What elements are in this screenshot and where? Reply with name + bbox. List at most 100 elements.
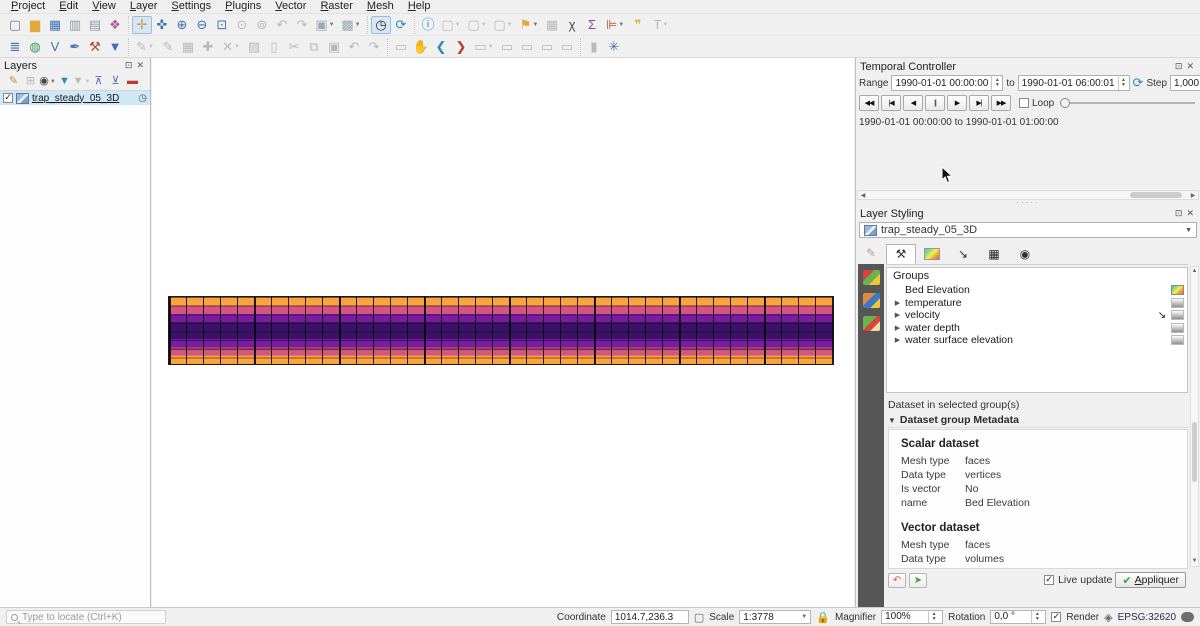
metadata-collapsible-header[interactable]: ▼ Dataset group Metadata [888,413,1188,428]
tab-vectors[interactable]: ↘ [948,244,978,264]
skip-to-end-button[interactable]: ▶| [969,95,989,111]
fast-rewind-button[interactable]: ◀◀ [859,95,879,111]
zoom-full-button[interactable]: ⊡ [212,16,232,34]
tab-3d-averaging[interactable]: ◉ [1010,244,1040,264]
step-spinbox[interactable]: 1,000 [1170,75,1200,91]
menu-vector[interactable]: Vector [268,0,313,13]
save-layer-edits-button[interactable]: ▦ [178,38,198,56]
scale-combo[interactable]: 1:3778▼ [739,610,811,624]
scroll-down-icon[interactable]: ▼ [1191,557,1198,566]
play-forward-button[interactable]: ▶ [947,95,967,111]
layer-visibility-checkbox[interactable] [3,93,13,103]
scalar-inactive-ramp-icon[interactable] [1171,335,1184,345]
filter-legend-button[interactable]: ▼ [56,74,73,90]
scroll-left-icon[interactable]: ◀ [858,192,868,199]
elevation-3d-icon[interactable] [863,316,880,331]
scroll-up-icon[interactable]: ▲ [1191,267,1198,276]
menu-edit[interactable]: Edit [52,0,85,13]
undock-icon[interactable]: ⊡ [1173,61,1185,72]
scrollbar-thumb[interactable] [1130,192,1181,198]
close-icon[interactable]: ✕ [134,60,146,71]
dropdown-caret-icon[interactable]: ▼ [532,22,538,28]
undo-button[interactable]: ↶ [344,38,364,56]
skip-to-start-button[interactable]: |◀ [881,95,901,111]
close-icon[interactable]: ✕ [1184,208,1196,219]
reset-style-button[interactable]: ↶ [888,573,906,588]
measure-button[interactable]: ⊫▼ [602,16,628,34]
map-tips-toggle-button[interactable]: ▮ [584,38,604,56]
locate-search-input[interactable]: Type to locate (Ctrl+K) [6,610,166,624]
new-spatial-bookmark-button[interactable]: ⚑▼ [516,16,542,34]
expand-arrow-icon[interactable]: ▶ [893,299,902,307]
spinner-arrows-icon[interactable]: ▲▼ [1031,611,1042,623]
group-row-velocity[interactable]: ▶velocity↘ [887,309,1187,322]
dropdown-caret-icon[interactable]: ▼ [507,22,513,28]
vector-active-icon[interactable]: ↘ [1156,310,1168,321]
layout-manager-button[interactable]: ▤ [85,16,105,34]
menu-mesh[interactable]: Mesh [360,0,401,13]
toggle-editing-button[interactable]: ✎ [158,38,178,56]
dropdown-caret-icon[interactable]: ▼ [663,22,669,28]
expand-all-button[interactable]: ⊼ [90,74,107,90]
time-slider[interactable] [1060,97,1195,109]
scalar-inactive-ramp-icon[interactable] [1171,298,1184,308]
menu-settings[interactable]: Settings [164,0,218,13]
pin-unpin-labels-button[interactable]: ▭▼ [471,38,497,56]
datasets-group-icon[interactable] [863,293,880,308]
apply-button[interactable]: ✔ Appliquer [1115,572,1186,588]
identify-features-button[interactable]: ⓘ [418,16,438,34]
extents-toggle-icon[interactable]: ▢ [694,611,704,624]
lock-scale-icon[interactable]: 🔒 [816,611,830,624]
menu-view[interactable]: View [85,0,123,13]
menu-plugins[interactable]: Plugins [218,0,268,13]
undock-icon[interactable]: ⊡ [1173,208,1185,219]
copy-features-button[interactable]: ⧉ [304,38,324,56]
menu-layer[interactable]: Layer [123,0,165,13]
deselect-features-button[interactable]: ▢▼ [464,16,490,34]
add-feature-button[interactable]: ✚ [198,38,218,56]
messages-icon[interactable] [1181,612,1194,622]
new-temporary-scratch-layer-button[interactable]: ⚒ [85,38,105,56]
add-group-button[interactable]: ⊞ [22,74,39,90]
new-shapefile-layer-button[interactable]: V [45,38,65,56]
spinner-arrows-icon[interactable]: ▲▼ [1118,76,1129,90]
select-by-value-button[interactable]: ▢▼ [490,16,516,34]
spinner-arrows-icon[interactable]: ▲▼ [928,611,939,623]
tab-contours[interactable] [917,244,947,264]
mesh-3d-cube-icon[interactable] [863,270,880,285]
refresh-style-button[interactable]: ➤ [909,573,927,588]
cut-features-button[interactable]: ✂ [284,38,304,56]
scalar-inactive-ramp-icon[interactable] [1171,310,1184,320]
select-features-button[interactable]: ▢▼ [438,16,464,34]
change-label-properties-button[interactable]: ▭ [557,38,577,56]
move-label-button[interactable]: ▭ [517,38,537,56]
new-map-view-button[interactable]: ▣▼ [312,16,338,34]
tab-datasets[interactable]: ⚒ [886,244,916,264]
text-annotation-button[interactable]: T▼ [648,16,674,34]
vertical-scrollbar[interactable]: ▲ ▼ [1190,266,1199,567]
toggle-display-labels-button[interactable]: ❯ [451,38,471,56]
pan-map-button[interactable]: ✛ [132,16,152,34]
dropdown-caret-icon[interactable]: ▼ [481,22,487,28]
layer-row-trap-steady-05-3d[interactable]: trap_steady_05_3D ◷ [0,91,150,105]
rotate-label-button[interactable]: ▭ [537,38,557,56]
dropdown-caret-icon[interactable]: ▼ [148,44,154,50]
filter-legend-by-expression-button[interactable]: ▼▼ [73,74,90,90]
open-layer-styling-panel-button[interactable]: ✎ [5,74,22,90]
menu-raster[interactable]: Raster [313,0,359,13]
redo-button[interactable]: ↷ [364,38,384,56]
fast-forward-button[interactable]: ▶▶ [991,95,1011,111]
group-row-temperature[interactable]: ▶temperature [887,297,1187,310]
layer-diagram-options-button[interactable]: ✋ [411,38,431,56]
step-back-button[interactable]: ◀ [903,95,923,111]
crs-status[interactable]: EPSG:32620 [1118,612,1176,623]
dropdown-caret-icon[interactable]: ▼ [50,79,56,85]
highlight-pinned-labels-button[interactable]: ❮ [431,38,451,56]
new-spatialite-layer-button[interactable]: ✒ [65,38,85,56]
group-row-water-surface-elevation[interactable]: ▶water surface elevation [887,334,1187,347]
coordinate-input[interactable]: 1014.7,236.3 [611,610,689,624]
close-icon[interactable]: ✕ [1184,61,1196,72]
statistics-summary-button[interactable]: Σ [582,16,602,34]
new-virtual-layer-button[interactable]: ▼ [105,38,125,56]
zoom-to-layer-button[interactable]: ⊚ [252,16,272,34]
